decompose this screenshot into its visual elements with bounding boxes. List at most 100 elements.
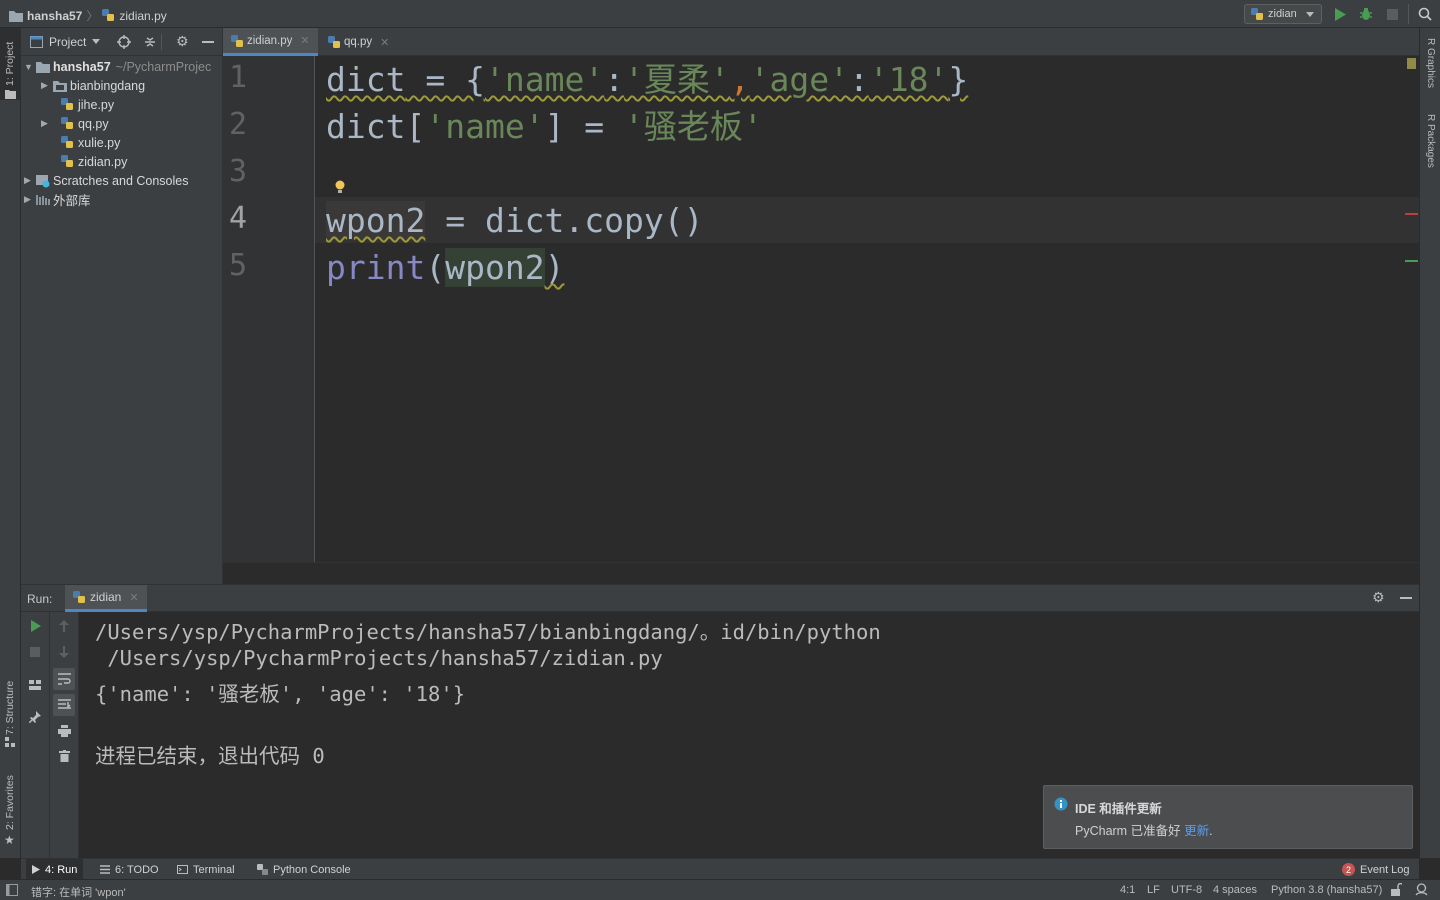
python-file-icon: [61, 116, 75, 131]
collapse-all-icon[interactable]: [143, 35, 157, 49]
python-interpreter[interactable]: Python 3.8 (hansha57): [1271, 884, 1382, 896]
chevron-right-icon[interactable]: ▶: [24, 194, 36, 205]
close-icon[interactable]: ✕: [300, 34, 309, 47]
favorites-tool-button[interactable]: 2: Favorites ★: [0, 768, 21, 848]
clear-all-button[interactable]: [55, 747, 73, 765]
project-panel: Project ⚙ ▼ hansha57 ~/PycharmProjec ▶ b…: [21, 28, 223, 584]
tab-python-console[interactable]: Python Console: [251, 859, 357, 880]
tree-item-jihe[interactable]: jihe.py: [53, 95, 114, 114]
navigation-bar: hansha57 〉 zidian.py zidian: [0, 0, 1440, 28]
indent-setting[interactable]: 4 spaces: [1213, 884, 1257, 896]
file-encoding[interactable]: UTF-8: [1171, 884, 1202, 896]
code-lines[interactable]: dict = {'name':'夏柔','age':'18'} dict['na…: [315, 56, 1419, 562]
inspector-icon[interactable]: [1415, 883, 1428, 896]
layout-icon: [29, 680, 41, 690]
chevron-down-icon[interactable]: [92, 39, 101, 44]
scroll-down-button[interactable]: [55, 643, 73, 661]
minimize-icon[interactable]: [1400, 597, 1412, 599]
project-tool-button[interactable]: 1: Project: [0, 28, 21, 100]
r-packages-tool-button[interactable]: R Packages: [1420, 110, 1440, 180]
tree-item-scratches[interactable]: ▶ Scratches and Consoles: [24, 171, 189, 190]
project-view-icon: [30, 35, 43, 48]
stop-icon: [1386, 8, 1398, 20]
locate-file-icon[interactable]: [117, 34, 131, 49]
pin-tab-button[interactable]: [26, 708, 44, 726]
python-file-icon: [328, 36, 340, 48]
error-stripe-marker[interactable]: [1405, 213, 1418, 215]
chevron-right-icon[interactable]: ▶: [24, 175, 36, 186]
tree-item-zidian[interactable]: zidian.py: [53, 152, 127, 171]
lightbulb-icon[interactable]: [335, 180, 345, 194]
right-tool-window-strip: R Graphics R Packages: [1419, 28, 1440, 858]
console-line: 进程已结束，退出代码 0: [95, 744, 325, 768]
scroll-up-button[interactable]: [55, 617, 73, 635]
tab-zidian[interactable]: zidian.py ✕: [223, 28, 318, 56]
folder-icon: [9, 10, 23, 22]
tree-item-label: jihe.py: [78, 97, 115, 112]
chevron-down-icon: [1305, 11, 1314, 17]
inspection-status-icon[interactable]: [1407, 58, 1416, 69]
notification-text: PyCharm 已准备好: [1075, 824, 1181, 838]
tab-run[interactable]: 4: Run: [26, 859, 84, 880]
tree-item-qq[interactable]: ▶ qq.py: [41, 114, 109, 133]
tree-item-label: 外部库: [53, 194, 91, 208]
run-configuration-label: zidian: [1268, 8, 1297, 20]
chevron-down-icon[interactable]: ▼: [24, 62, 36, 72]
rerun-button[interactable]: [26, 617, 44, 635]
tree-root-path: ~/PycharmProjec: [115, 59, 212, 74]
tree-item-xulie[interactable]: xulie.py: [53, 133, 120, 152]
bottom-tool-window-bar: 4: Run 6: TODO Terminal Python Console 2…: [21, 858, 1419, 880]
chevron-right-icon[interactable]: ▶: [41, 118, 53, 129]
play-icon: [1334, 7, 1346, 21]
stop-button[interactable]: [1384, 6, 1400, 22]
python-file-icon: [231, 34, 243, 47]
run-button[interactable]: [1332, 6, 1348, 22]
line-separator[interactable]: LF: [1147, 884, 1160, 896]
debug-button[interactable]: [1358, 6, 1374, 22]
soft-wrap-icon: [57, 673, 71, 685]
play-icon: [30, 620, 41, 632]
change-stripe-marker[interactable]: [1405, 260, 1418, 262]
soft-wrap-toggle[interactable]: [53, 668, 75, 690]
print-button[interactable]: [55, 722, 73, 740]
tab-todo[interactable]: 6: TODO: [94, 859, 165, 880]
favorites-tool-label: 2: Favorites: [4, 775, 16, 830]
close-icon[interactable]: ✕: [380, 36, 389, 49]
tree-item-bianbingdang[interactable]: ▶ bianbingdang: [41, 76, 145, 95]
minimize-icon[interactable]: [202, 40, 214, 43]
update-link[interactable]: 更新: [1184, 824, 1209, 838]
gear-icon[interactable]: ⚙: [1372, 589, 1385, 606]
restore-layout-button[interactable]: [26, 676, 44, 694]
play-icon: [32, 865, 40, 874]
breadcrumb-file[interactable]: zidian.py: [119, 9, 166, 23]
editor-horizontal-scrollbar[interactable]: [223, 562, 1419, 584]
caret-position[interactable]: 4:1: [1120, 884, 1135, 896]
event-log-button[interactable]: 2 Event Log: [1336, 859, 1416, 880]
tab-qq[interactable]: qq.py ✕: [320, 28, 397, 56]
toggle-tool-windows-icon[interactable]: [6, 884, 18, 896]
search-everywhere-button[interactable]: [1417, 6, 1433, 22]
run-configuration-select[interactable]: zidian: [1244, 4, 1322, 24]
stop-button[interactable]: [26, 643, 44, 661]
close-icon[interactable]: ✕: [129, 591, 138, 604]
breadcrumb: hansha57 〉 zidian.py: [9, 7, 167, 24]
scratches-icon: [36, 174, 50, 188]
breadcrumb-project[interactable]: hansha57: [27, 9, 82, 23]
r-graphics-tool-button[interactable]: R Graphics: [1420, 34, 1440, 98]
run-tab-zidian[interactable]: zidian ✕: [65, 585, 147, 612]
folder-icon: [36, 60, 50, 74]
update-notification[interactable]: IDE 和插件更新 PyCharm 已准备好 更新.: [1043, 785, 1413, 849]
project-view-selector[interactable]: Project: [49, 35, 86, 49]
tree-root[interactable]: ▼ hansha57 ~/PycharmProjec: [24, 57, 211, 76]
event-log-badge: 2: [1342, 863, 1355, 876]
tab-terminal[interactable]: Terminal: [171, 859, 241, 880]
tree-item-external-libraries[interactable]: ▶ 外部库: [24, 190, 91, 209]
scroll-to-end-toggle[interactable]: [53, 694, 75, 716]
structure-tool-button[interactable]: 7: Structure: [0, 673, 21, 748]
star-icon: ★: [4, 833, 15, 847]
chevron-right-icon[interactable]: ▶: [41, 80, 53, 91]
gear-icon[interactable]: ⚙: [176, 33, 189, 50]
tree-root-name: hansha57: [53, 59, 111, 74]
unlock-icon[interactable]: [1390, 883, 1402, 896]
info-icon: [1054, 797, 1068, 811]
